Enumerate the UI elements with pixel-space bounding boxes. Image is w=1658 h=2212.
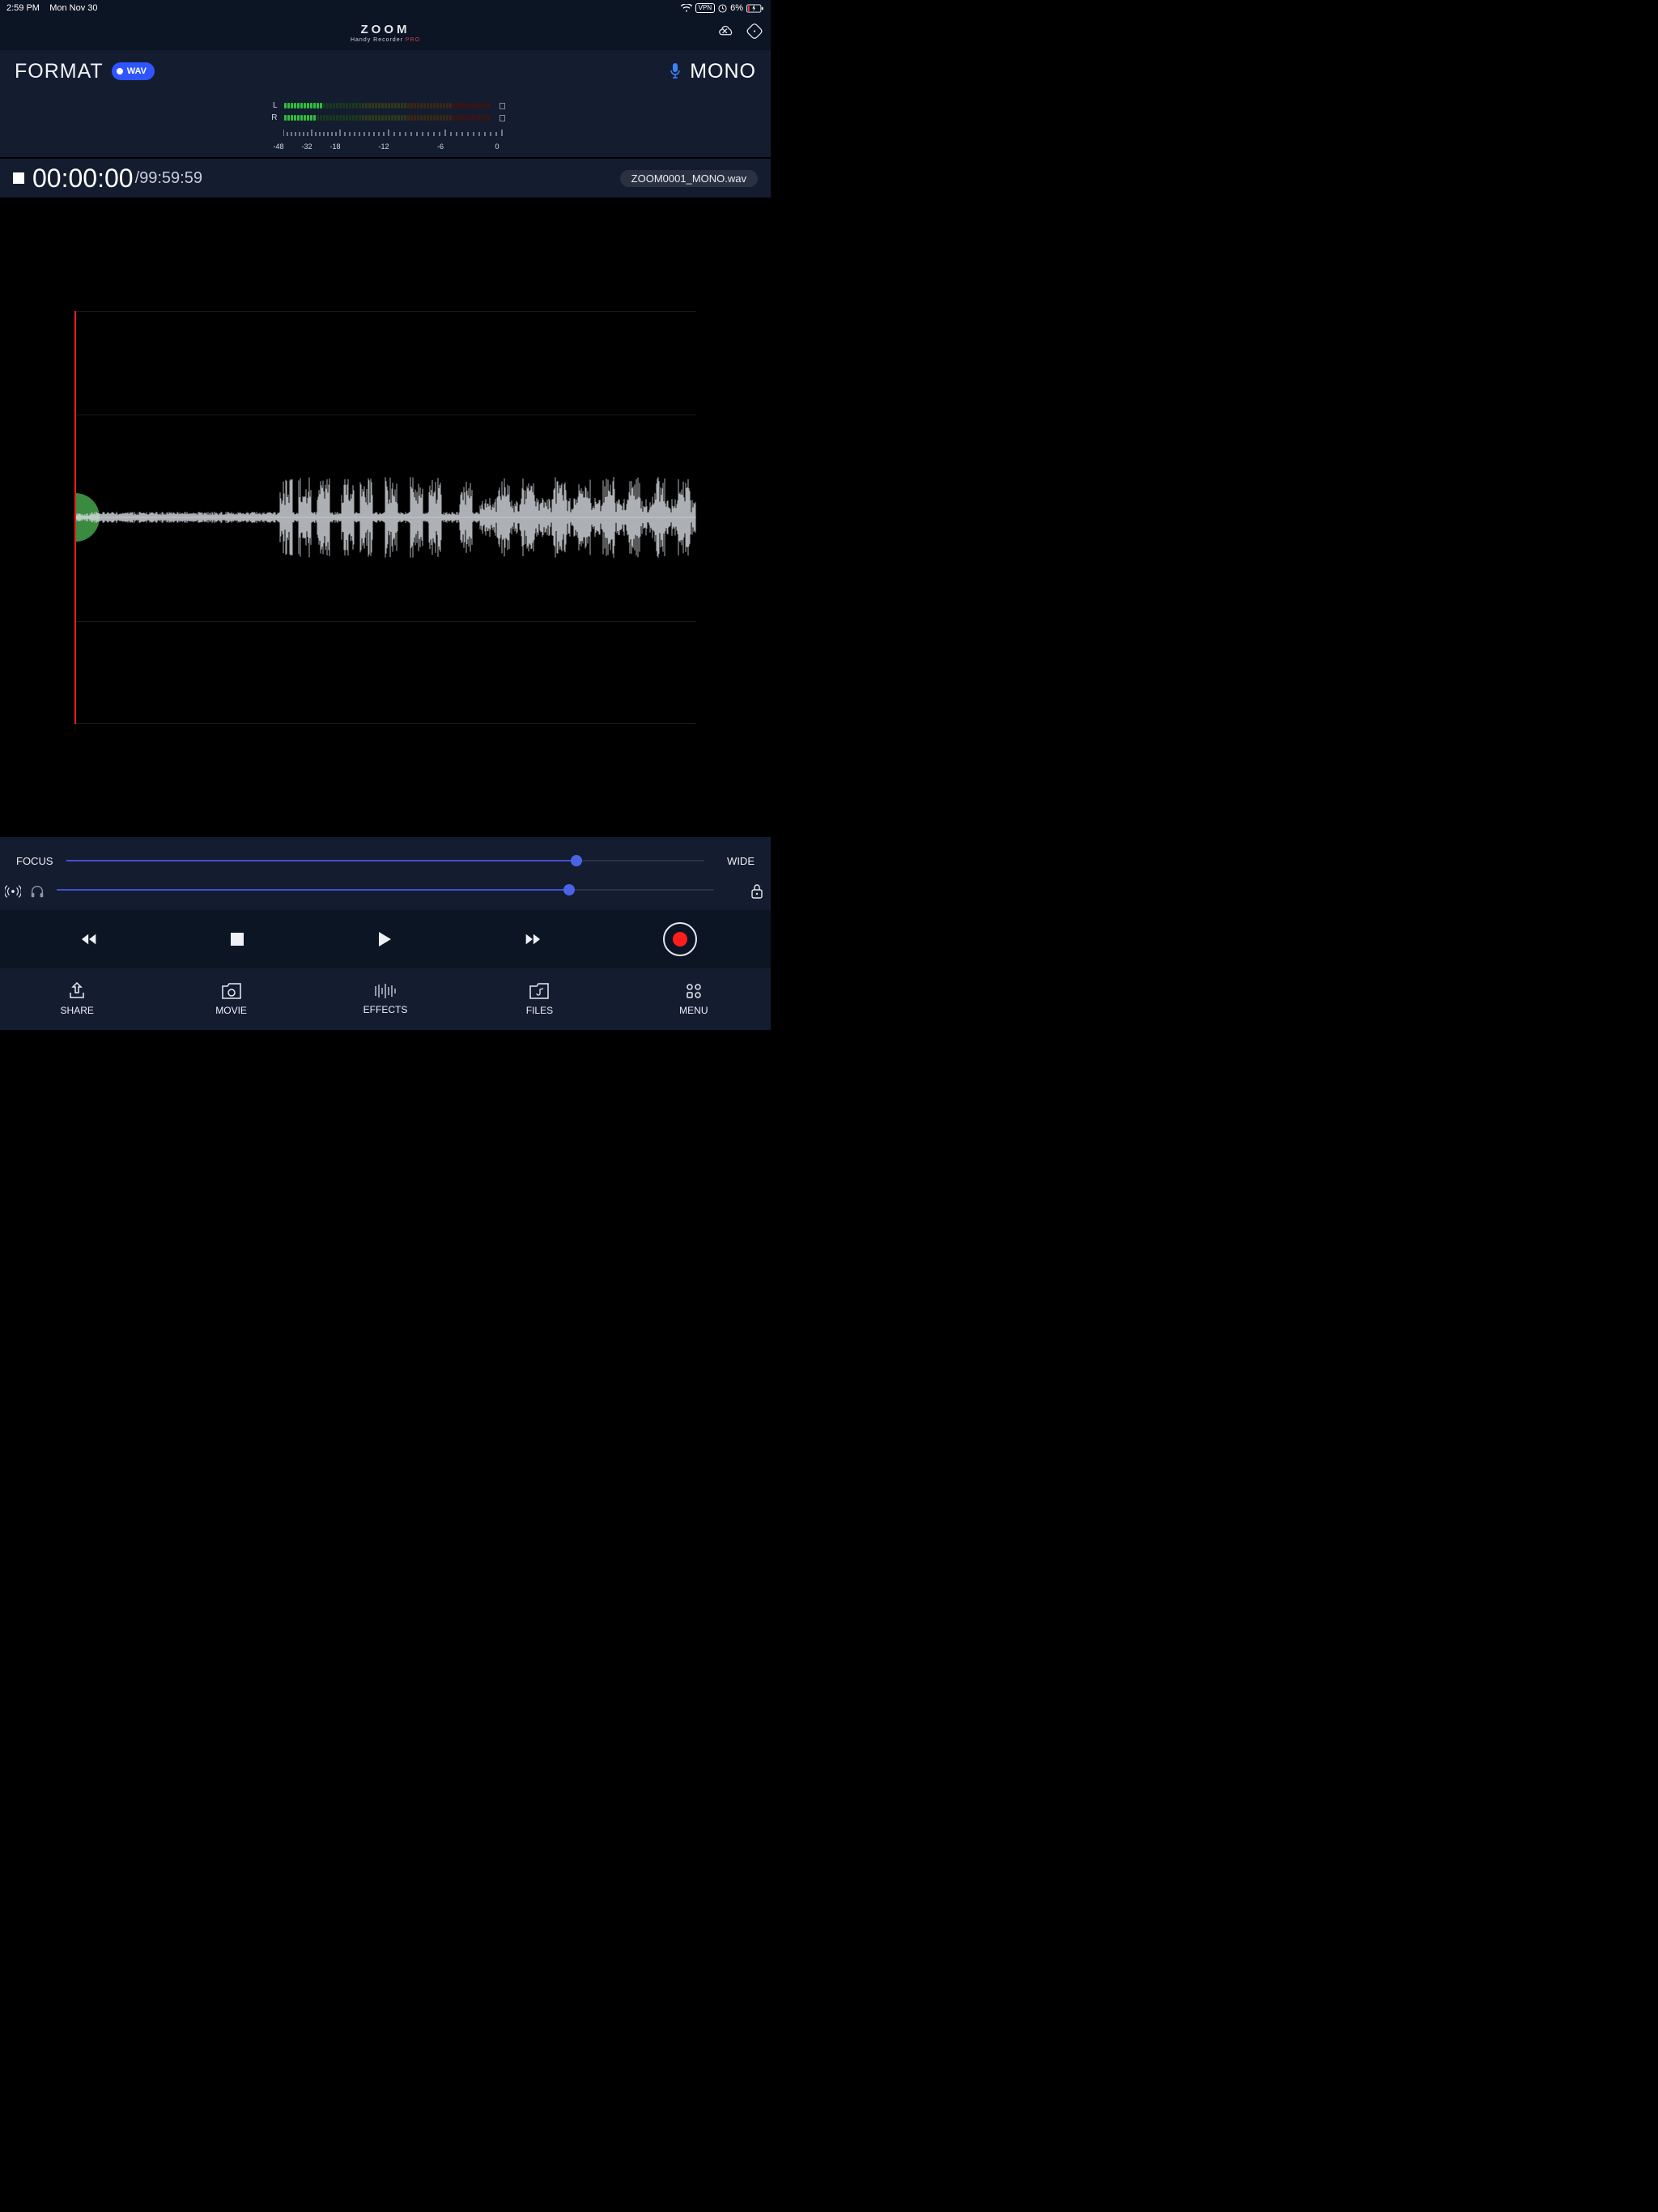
vpn-badge: VPN [695,3,715,13]
app-logo-text: ZOOM [351,23,420,36]
record-dot-icon [673,932,687,946]
meter-ruler [266,127,505,142]
meter-right-label: R [266,113,278,122]
status-time: 2:59 PM [6,3,40,13]
headphones-icon[interactable] [29,883,45,904]
wide-label: WIDE [714,855,755,867]
current-filename[interactable]: ZOOM0001_MONO.wav [620,170,758,187]
play-button[interactable] [368,923,401,955]
focus-label: FOCUS [16,855,57,867]
monitor-slider[interactable] [57,889,714,891]
wifi-icon [681,4,692,12]
nav-files[interactable]: FILES [462,968,616,1030]
level-meter: L R -48-32-18-12-60 [0,92,771,157]
status-bar: 2:59 PM Mon Nov 30 VPN 6% [0,0,771,16]
app-bar: ZOOM Handy Recorder PRO [0,16,771,50]
fast-forward-button[interactable] [516,923,548,955]
nav-share-label: SHARE [61,1005,94,1016]
nav-files-label: FILES [526,1005,553,1016]
nav-effects-label: EFFECTS [363,1004,408,1015]
meter-right-segments [284,115,491,121]
rewind-button[interactable] [74,923,106,955]
status-date: Mon Nov 30 [49,3,97,13]
rotation-lock-icon[interactable] [746,23,763,44]
lock-icon[interactable] [750,889,764,903]
record-button[interactable] [663,922,697,956]
meter-left-peak [500,103,505,109]
nav-menu-label: MENU [679,1005,708,1016]
format-row: FORMAT WAV MONO [0,50,771,92]
microphone-icon[interactable] [669,62,682,80]
nav-movie[interactable]: MOVIE [154,968,308,1030]
playhead-line[interactable] [74,311,76,724]
badge-dot-icon [117,68,123,74]
transport-bar [0,910,771,968]
meter-left-label: L [266,101,278,110]
format-label[interactable]: FORMAT [15,60,104,83]
nav-menu[interactable]: MENU [617,968,771,1030]
nav-effects[interactable]: EFFECTS [308,968,462,1030]
battery-pct: 6% [730,3,743,13]
app-subtitle: Handy Recorder [351,37,403,43]
time-max: /99:59:59 [135,169,202,188]
stop-indicator-icon [13,172,24,184]
waveform-display [74,473,696,562]
focus-slider[interactable] [66,860,704,861]
time-bar: 00:00:00 /99:59:59 ZOOM0001_MONO.wav [0,159,771,198]
format-badge-text: WAV [127,66,147,76]
channel-mode-label[interactable]: MONO [690,60,756,83]
app-title: ZOOM Handy Recorder PRO [351,23,420,43]
sliders-panel: FOCUS WIDE [0,837,771,910]
orientation-lock-icon [718,4,727,13]
bottom-nav: SHARE MOVIE EFFECTS FILES MENU [0,968,771,1030]
time-current: 00:00:00 [32,164,134,194]
nav-share[interactable]: SHARE [0,968,154,1030]
meter-scale-labels: -48-32-18-12-60 [266,143,505,152]
stop-button[interactable] [221,923,253,955]
cloud-off-icon[interactable] [717,23,735,44]
meter-left-segments [284,103,491,108]
broadcast-icon[interactable] [5,883,21,904]
waveform-area[interactable] [0,198,771,837]
nav-movie-label: MOVIE [215,1005,247,1016]
format-badge[interactable]: WAV [112,62,155,80]
app-subtitle-pro: PRO [406,37,420,43]
meter-right-peak [500,115,505,121]
battery-icon [746,4,764,13]
